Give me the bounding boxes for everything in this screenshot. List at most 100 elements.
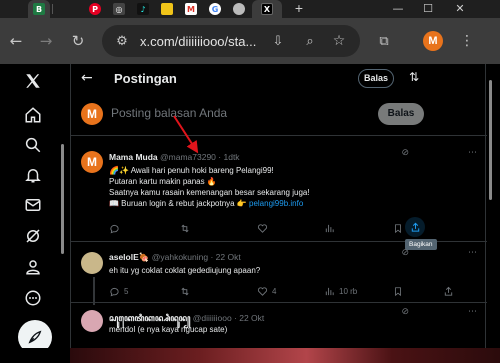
- x-logo-icon[interactable]: [22, 70, 44, 92]
- grok-tweet-icon[interactable]: ⊘: [401, 307, 409, 317]
- tab-tiktok[interactable]: ♪: [132, 0, 154, 18]
- reply-action[interactable]: 5: [109, 284, 128, 298]
- tweet-actions: 5 4 10 rb: [109, 284, 453, 298]
- grok-icon[interactable]: [22, 225, 44, 247]
- share-icon[interactable]: [405, 217, 425, 237]
- tweet-author-name[interactable]: ꦱꦸꦏꦺꦠꦶꦏꦤ꧀ꦱꦶꦤꦸꦤ꧀: [109, 313, 190, 323]
- page-scrollbar[interactable]: [489, 80, 492, 200]
- thread-line: [93, 277, 95, 305]
- tab-strip: B P ◎ ♪ M G X + — ☐ ✕: [0, 0, 500, 18]
- more-icon[interactable]: [22, 287, 44, 309]
- page-title: Postingan: [114, 71, 177, 86]
- bookmark-icon: [233, 3, 245, 15]
- avatar[interactable]: [81, 252, 103, 274]
- tweet-link[interactable]: pelangi99b.info: [249, 199, 303, 208]
- retweet-icon[interactable]: [179, 284, 191, 298]
- tweet-time[interactable]: · 22 Okt: [210, 252, 240, 262]
- tab-bing[interactable]: B: [28, 0, 50, 18]
- tweet-line: Saatnya kamu rasain kemenangan besar sek…: [109, 188, 310, 197]
- tweet-author-name[interactable]: aselolE🍖: [109, 252, 149, 262]
- tab-x-active[interactable]: X: [252, 0, 282, 18]
- forward-icon[interactable]: →: [34, 29, 58, 53]
- retweet-icon[interactable]: [179, 221, 191, 235]
- messages-icon[interactable]: [22, 194, 44, 216]
- reply-settings-icon[interactable]: ⇅: [409, 70, 419, 84]
- site-info-icon[interactable]: ⚙: [112, 31, 132, 51]
- avatar[interactable]: M: [81, 151, 103, 173]
- reply-count: 5: [124, 286, 129, 296]
- reply-icon: [110, 287, 119, 296]
- tab-instagram[interactable]: ◎: [108, 0, 130, 18]
- pinterest-icon: P: [89, 3, 101, 15]
- tiktok-icon: ♪: [137, 3, 149, 15]
- more-options-icon[interactable]: ⋯: [468, 148, 477, 158]
- grok-tweet-icon[interactable]: ⊘: [401, 148, 409, 158]
- extensions-icon[interactable]: ⧉: [372, 29, 396, 53]
- tweet-header: Mama Muda @mama73290 · 1dtk: [109, 152, 240, 162]
- notifications-icon[interactable]: [22, 164, 44, 186]
- like-icon: [257, 286, 268, 296]
- browser-toolbar: ← → ↻ ⚙ x.com/diiiiiiooo/sta... ⇩ ⌕ ☆ ⧉ …: [0, 18, 500, 64]
- tweet-author-name[interactable]: Mama Muda: [109, 152, 158, 162]
- reply-input[interactable]: Posting balasan Anda: [111, 106, 227, 120]
- address-text[interactable]: x.com/diiiiiiooo/sta...: [140, 34, 256, 49]
- menu-icon[interactable]: ⋮: [455, 29, 479, 53]
- more-options-icon[interactable]: ⋯: [468, 248, 477, 258]
- page-header: ← Postingan Balas ⇅: [71, 64, 487, 94]
- tweet-line: 🌈✨ Awali hari penuh hoki bareng Pelangi9…: [109, 166, 274, 175]
- like-action[interactable]: 4: [257, 284, 276, 298]
- reply-submit-button[interactable]: Balas: [378, 103, 424, 125]
- tweet-text: méndol (e nya kaya ngucap sate): [109, 325, 228, 334]
- avatar[interactable]: M: [81, 103, 103, 125]
- zoom-icon[interactable]: ⌕: [298, 29, 322, 53]
- tab-folder[interactable]: [156, 0, 178, 18]
- taskbar-area: [0, 348, 70, 363]
- header-reply-button[interactable]: Balas: [358, 69, 394, 88]
- tweet[interactable]: aselolE🍖 @yahkokuning · 22 Okt ⊘ ⋯ eh it…: [71, 243, 487, 305]
- search-icon[interactable]: [22, 134, 44, 156]
- minimize-button[interactable]: —: [384, 0, 412, 18]
- back-arrow-icon[interactable]: ←: [81, 70, 93, 86]
- background-strip: [70, 348, 500, 363]
- views-action[interactable]: 10 rb: [324, 284, 357, 298]
- tweet-time[interactable]: · 1dtk: [218, 152, 239, 162]
- close-button[interactable]: ✕: [446, 0, 474, 18]
- install-app-icon[interactable]: ⇩: [266, 29, 290, 53]
- grok-tweet-icon[interactable]: ⊘: [401, 248, 409, 258]
- profile-avatar[interactable]: M: [423, 31, 443, 51]
- bookmark-tweet-icon[interactable]: [393, 221, 403, 235]
- bing-icon: B: [33, 3, 45, 15]
- tab-gmail[interactable]: M: [180, 0, 202, 18]
- views-icon[interactable]: [324, 221, 335, 235]
- new-tab-button[interactable]: +: [292, 0, 306, 18]
- instagram-icon: ◎: [113, 3, 125, 15]
- tweet-handle[interactable]: @yahkokuning: [152, 252, 208, 262]
- tab-bookmark[interactable]: [228, 0, 250, 18]
- tweet-text: eh itu yg coklat coklat gedediujung apaa…: [109, 266, 261, 275]
- reply-icon[interactable]: [109, 221, 120, 235]
- avatar[interactable]: [81, 310, 103, 332]
- left-scrollbar[interactable]: [61, 144, 64, 254]
- tweet-handle[interactable]: @mama73290: [160, 152, 216, 162]
- back-icon[interactable]: ←: [4, 29, 28, 53]
- bookmark-star-icon[interactable]: ☆: [327, 29, 351, 53]
- folder-icon: [161, 3, 173, 15]
- profile-icon[interactable]: [22, 256, 44, 278]
- tab-pinterest[interactable]: P: [84, 0, 106, 18]
- share-icon[interactable]: [443, 284, 454, 298]
- tab-google[interactable]: G: [204, 0, 226, 18]
- x-icon: X: [261, 3, 273, 15]
- tweet-text: 🌈✨ Awali hari penuh hoki bareng Pelangi9…: [109, 165, 310, 209]
- maximize-button[interactable]: ☐: [414, 0, 442, 18]
- tweet-header: aselolE🍖 @yahkokuning · 22 Okt: [109, 252, 241, 263]
- more-options-icon[interactable]: ⋯: [468, 307, 477, 317]
- tweet-handle[interactable]: @diiiiiiooo: [193, 313, 232, 323]
- tweet-time[interactable]: · 22 Okt: [234, 313, 264, 323]
- views-icon: [325, 287, 334, 295]
- tweet-actions: [109, 221, 449, 235]
- like-icon[interactable]: [257, 221, 268, 235]
- reload-icon[interactable]: ↻: [66, 29, 90, 53]
- compose-icon: [28, 330, 42, 344]
- bookmark-tweet-icon[interactable]: [393, 284, 403, 298]
- home-icon[interactable]: [22, 104, 44, 126]
